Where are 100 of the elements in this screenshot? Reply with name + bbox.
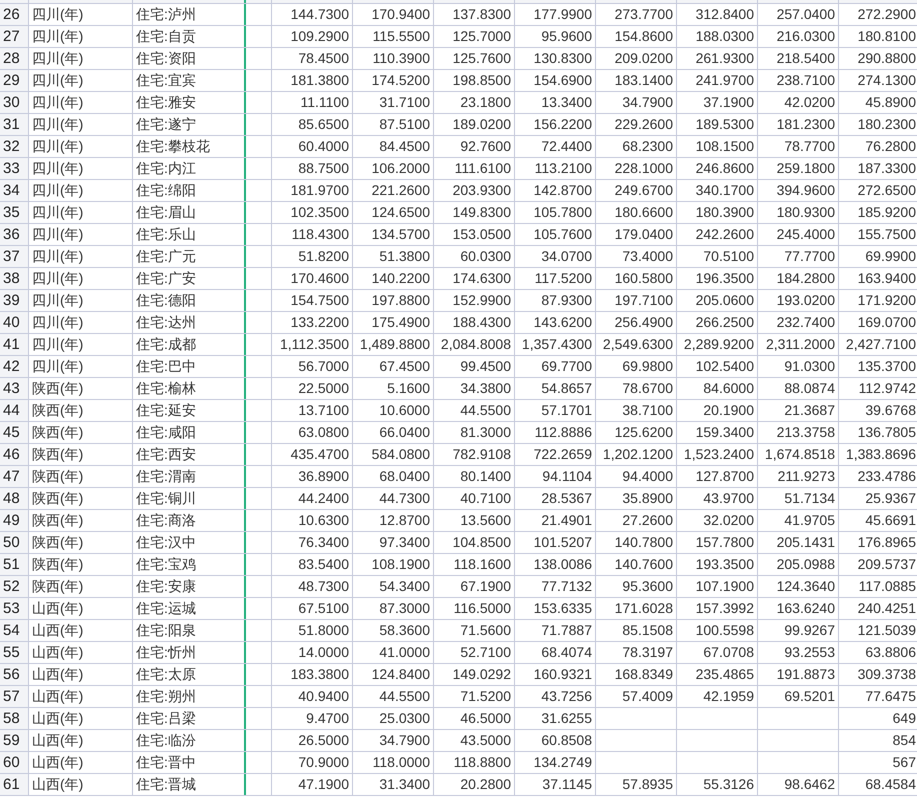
table-cell: 山西(年)	[29, 598, 133, 619]
table-cell: 11.1100	[272, 92, 353, 113]
table-cell: 113.2100	[515, 158, 596, 179]
table-cell: 陕西(年)	[29, 422, 133, 443]
row-header[interactable]: 37	[0, 246, 29, 267]
table-cell: 1,112.3500	[272, 334, 353, 355]
table-cell: 259.1800	[758, 158, 839, 179]
table-cell: 193.0200	[758, 290, 839, 311]
row-header[interactable]: 35	[0, 202, 29, 223]
row-header[interactable]: 54	[0, 620, 29, 641]
table-cell: 156.2200	[515, 114, 596, 135]
table-cell: 157.7800	[677, 532, 758, 553]
table-cell: 21.4901	[515, 510, 596, 531]
row-header[interactable]: 44	[0, 400, 29, 421]
table-cell: 134.5700	[353, 224, 434, 245]
table-cell: 71.7887	[515, 620, 596, 641]
table-cell: 228.1000	[596, 158, 677, 179]
table-cell: 44.5500	[353, 686, 434, 707]
table-cell: 112.8886	[515, 422, 596, 443]
table-cell: 1,202.1200	[596, 444, 677, 465]
table-cell: 205.1431	[758, 532, 839, 553]
table-cell: 99.9267	[758, 620, 839, 641]
table-cell: 205.0600	[677, 290, 758, 311]
table-cell: 住宅:眉山	[133, 202, 246, 223]
table-cell-text: 45.8900	[864, 93, 917, 112]
table-cell: 山西(年)	[29, 664, 133, 685]
row-header[interactable]: 38	[0, 268, 29, 289]
table-cell: 5.1600	[353, 378, 434, 399]
table-cell: 25.0300	[353, 708, 434, 729]
table-cell: 94.1104	[515, 466, 596, 487]
row-header[interactable]: 41	[0, 334, 29, 355]
table-cell: 110.3900	[353, 48, 434, 69]
row-header[interactable]: 43	[0, 378, 29, 399]
table-cell: 住宅:延安	[133, 400, 246, 421]
table-cell: 44.2400	[272, 488, 353, 509]
row-header[interactable]: 53	[0, 598, 29, 619]
row-header[interactable]: 31	[0, 114, 29, 135]
table-cell: 193.3500	[677, 554, 758, 575]
row-header[interactable]: 42	[0, 356, 29, 377]
table-cell: 山西(年)	[29, 686, 133, 707]
row-header[interactable]: 34	[0, 180, 29, 201]
table-cell-text: 187.3300	[856, 159, 917, 178]
table-cell: 88.0874	[758, 378, 839, 399]
row-header[interactable]: 61	[0, 774, 29, 795]
row-header[interactable]: 27	[0, 26, 29, 47]
table-cell: 91.0300	[758, 356, 839, 377]
row-header[interactable]: 58	[0, 708, 29, 729]
table-cell: 四川(年)	[29, 290, 133, 311]
row-header[interactable]: 28	[0, 48, 29, 69]
table-cell: 140.7800	[596, 532, 677, 553]
table-cell: 48.7300	[272, 576, 353, 597]
table-cell: 51.3800	[353, 246, 434, 267]
table-cell: 54.3400	[353, 576, 434, 597]
table-cell: 154.7500	[272, 290, 353, 311]
row-header[interactable]: 45	[0, 422, 29, 443]
row-header[interactable]: 36	[0, 224, 29, 245]
table-cell: 66.0400	[353, 422, 434, 443]
table-cell-text: 155.7500	[856, 225, 917, 244]
table-cell: 183.3800	[272, 664, 353, 685]
table-cell: 127.8700	[677, 466, 758, 487]
row-header[interactable]: 56	[0, 664, 29, 685]
row-header[interactable]: 49	[0, 510, 29, 531]
row-header[interactable]: 59	[0, 730, 29, 751]
table-cell: 76.3400	[272, 532, 353, 553]
table-cell: 71.5200	[434, 686, 515, 707]
table-cell: 584.0800	[353, 444, 434, 465]
row-header[interactable]: 40	[0, 312, 29, 333]
row-header[interactable]: 57	[0, 686, 29, 707]
row-header[interactable]: 55	[0, 642, 29, 663]
row-header[interactable]: 30	[0, 92, 29, 113]
table-cell: 住宅:广元	[133, 246, 246, 267]
table-cell: 住宅:宜宾	[133, 70, 246, 91]
row-header[interactable]: 29	[0, 70, 29, 91]
row-header[interactable]: 48	[0, 488, 29, 509]
row-header[interactable]: 52	[0, 576, 29, 597]
table-cell: 95.9600	[515, 26, 596, 47]
row-header[interactable]: 60	[0, 752, 29, 773]
row-header[interactable]: 46	[0, 444, 29, 465]
table-cell: 住宅:晋城	[133, 774, 246, 795]
row-header[interactable]: 51	[0, 554, 29, 575]
row-header[interactable]: 50	[0, 532, 29, 553]
table-cell: 47.1900	[272, 774, 353, 795]
row-header[interactable]: 47	[0, 466, 29, 487]
row-header[interactable]: 32	[0, 136, 29, 157]
row-header[interactable]: 33	[0, 158, 29, 179]
table-cell: 43.9700	[677, 488, 758, 509]
row-header[interactable]: 26	[0, 4, 29, 25]
row-header[interactable]: 39	[0, 290, 29, 311]
table-cell: 陕西(年)	[29, 378, 133, 399]
table-cell: 95.3600	[596, 576, 677, 597]
table-cell: 184.2800	[758, 268, 839, 289]
table-cell: 181.2300	[758, 114, 839, 135]
table-cell: 125.7600	[434, 48, 515, 69]
table-cell: 181.3800	[272, 70, 353, 91]
table-cell: 93.2553	[758, 642, 839, 663]
table-cell: 住宅:晋中	[133, 752, 246, 773]
table-cell: 124.6500	[353, 202, 434, 223]
table-cell: 四川(年)	[29, 334, 133, 355]
table-cell-text: 274.1300	[856, 71, 917, 90]
table-cell: 125.6200	[596, 422, 677, 443]
